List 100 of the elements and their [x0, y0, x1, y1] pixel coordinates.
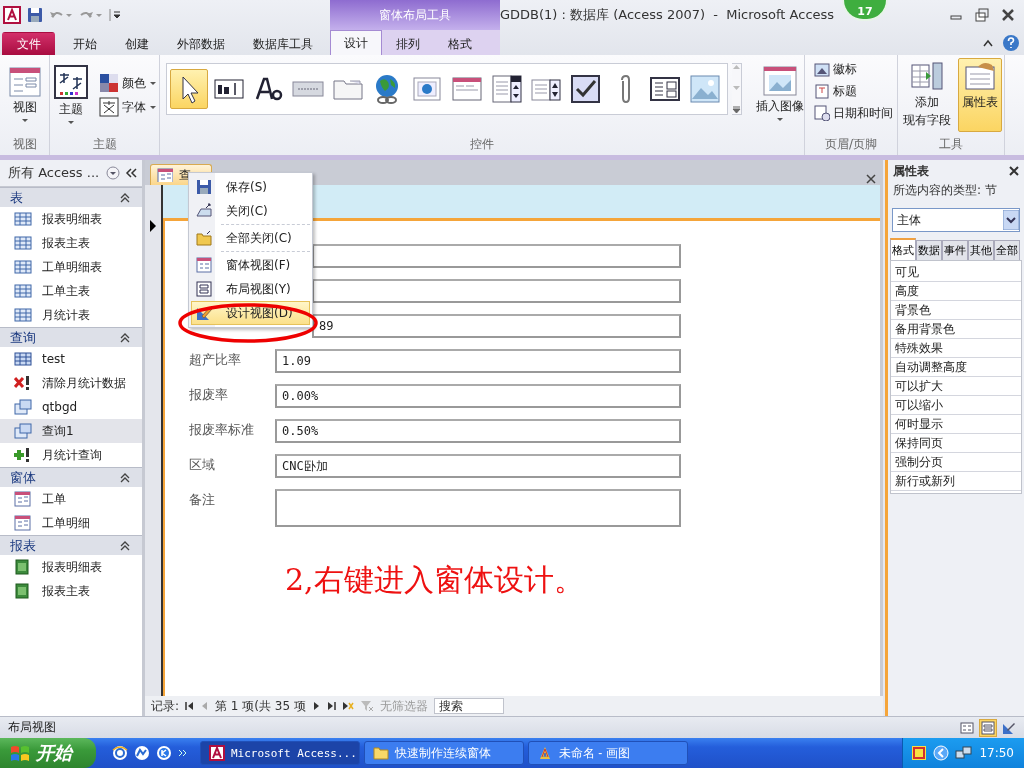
ribbon-tab[interactable]: 创建 — [111, 32, 163, 55]
header-footer-button[interactable]: 日期和时间 — [811, 102, 896, 124]
network-icon[interactable] — [955, 745, 974, 761]
text-field[interactable]: 0.50% — [275, 419, 681, 443]
gallery-more-icon[interactable] — [732, 106, 741, 114]
text-field[interactable] — [312, 244, 681, 268]
dropdown-icon[interactable] — [106, 166, 120, 180]
taskbar-button[interactable]: 快速制作连续窗体 — [364, 741, 524, 765]
ribbon-tab[interactable]: 开始 — [59, 32, 111, 55]
property-tab[interactable]: 事件 — [942, 240, 968, 260]
text-field[interactable] — [312, 279, 681, 303]
close-icon[interactable] — [1009, 166, 1019, 176]
table-icon — [14, 259, 32, 275]
property-tab[interactable]: 格式 — [890, 238, 916, 260]
nav-item[interactable]: 报表明细表 — [0, 207, 142, 231]
browser-icon[interactable] — [112, 745, 128, 761]
tray-app-icon[interactable] — [911, 745, 928, 761]
nav-item[interactable]: 工单明细表 — [0, 255, 142, 279]
text-field[interactable]: 89 — [312, 314, 681, 338]
nav-item[interactable]: qtbgd — [0, 395, 142, 419]
app-icon[interactable] — [3, 6, 21, 24]
theme-option-button[interactable]: 字体 — [95, 96, 160, 118]
view-button[interactable]: 视图 — [4, 64, 45, 126]
ribbon-tab[interactable]: 外部数据 — [163, 32, 239, 55]
property-tab[interactable]: 数据 — [916, 240, 942, 260]
nav-item[interactable]: 报表主表 — [0, 579, 142, 603]
taskbar-button[interactable]: 未命名 - 画图 — [528, 741, 688, 765]
app-launcher-icon[interactable] — [156, 745, 172, 761]
property-name: 强制分页 — [891, 453, 1021, 472]
text-area[interactable] — [275, 489, 681, 527]
close-icon[interactable] — [1000, 8, 1016, 22]
text-field[interactable]: 0.00% — [275, 384, 681, 408]
color-swatch-icon — [98, 73, 119, 93]
nav-item[interactable]: 清除月统计数据 — [0, 371, 142, 395]
ribbon-tab[interactable]: 数据库工具 — [239, 32, 327, 55]
clock: 17:50 — [979, 746, 1014, 760]
customize-toolbar-icon[interactable] — [109, 8, 121, 22]
section-dropdown[interactable]: 主体 — [892, 208, 1020, 232]
insert-image-button[interactable]: 插入图像 — [752, 63, 808, 125]
last-record-icon[interactable] — [326, 701, 336, 711]
start-button[interactable]: 开始 — [0, 738, 96, 768]
show-hidden-icons-icon[interactable] — [933, 745, 950, 761]
nav-item[interactable]: 工单主表 — [0, 279, 142, 303]
ribbon-tab[interactable]: 排列 — [382, 32, 434, 55]
theme-option-button[interactable]: 颜色 — [95, 72, 160, 94]
next-record-icon[interactable] — [311, 701, 321, 711]
property-sheet-button[interactable]: 属性表 — [958, 58, 1002, 132]
collapse-pane-icon[interactable] — [124, 167, 138, 179]
context-tab-group-title: 窗体布局工具 — [330, 0, 500, 30]
dropdown-arrow-icon[interactable] — [1003, 210, 1019, 230]
nav-item[interactable]: 月统计查询 — [0, 443, 142, 467]
nav-item[interactable]: test — [0, 347, 142, 371]
paperclip-icon — [619, 74, 632, 104]
query-icon — [14, 423, 32, 439]
nav-group-header[interactable]: 窗体 — [0, 467, 142, 487]
text-field[interactable]: CNC卧加 — [275, 454, 681, 478]
app-launcher-icon[interactable] — [134, 745, 150, 761]
file-tab[interactable]: 文件 — [2, 32, 55, 55]
view-switch-button[interactable] — [979, 718, 997, 737]
report-icon — [14, 559, 32, 575]
more-icon[interactable] — [178, 748, 188, 758]
paint-icon — [537, 745, 553, 761]
text-field[interactable]: 1.09 — [275, 349, 681, 373]
restore-icon[interactable] — [974, 8, 990, 22]
gallery-scrollbar[interactable] — [732, 63, 742, 115]
help-icon[interactable] — [1002, 33, 1020, 52]
nav-item[interactable]: 工单明细 — [0, 511, 142, 535]
close-icon[interactable] — [865, 173, 877, 185]
taskbar-button[interactable]: Microsoft Access... — [200, 741, 360, 765]
save-icon[interactable] — [27, 7, 43, 23]
menu-item[interactable]: 窗体视图(F) — [191, 253, 310, 277]
nav-group-header[interactable]: 报表 — [0, 535, 142, 555]
menu-item[interactable]: 布局视图(Y) — [191, 277, 310, 301]
nav-item[interactable]: 报表主表 — [0, 231, 142, 255]
add-fields-button[interactable]: 添加 现有字段 — [900, 58, 954, 132]
menu-item[interactable]: 关闭(C) — [191, 199, 310, 223]
property-tab[interactable]: 其他 — [968, 240, 994, 260]
record-selector-icon[interactable] — [149, 220, 157, 232]
collapse-ribbon-icon[interactable] — [982, 37, 994, 48]
ribbon-tab[interactable]: 设计 — [330, 30, 382, 55]
new-record-icon[interactable] — [341, 701, 354, 711]
header-footer-button[interactable]: 标题 — [811, 80, 860, 102]
property-name: 新行或新列 — [891, 472, 1021, 491]
nav-group-header[interactable]: 表 — [0, 187, 142, 207]
first-record-icon[interactable] — [185, 701, 195, 711]
property-tab[interactable]: 全部 — [994, 240, 1020, 260]
search-field[interactable]: 搜索 — [433, 698, 504, 714]
nav-item[interactable]: 报表明细表 — [0, 555, 142, 579]
nav-item[interactable]: 查询1 — [0, 419, 142, 443]
themes-button[interactable]: 主题 — [49, 62, 92, 128]
record-position[interactable]: 第 1 项(共 35 项 — [215, 697, 306, 715]
nav-item[interactable]: 工单 — [0, 487, 142, 511]
nav-group-header[interactable]: 查询 — [0, 327, 142, 347]
check-box-icon — [570, 73, 603, 105]
property-sheet-icon — [964, 61, 996, 91]
ribbon-tab[interactable]: 格式 — [434, 32, 486, 55]
nav-item[interactable]: 月统计表 — [0, 303, 142, 327]
property-name: 高度 — [891, 282, 1021, 301]
menu-item[interactable]: 全部关闭(C) — [191, 226, 310, 250]
header-footer-button[interactable]: 徽标 — [811, 58, 860, 80]
